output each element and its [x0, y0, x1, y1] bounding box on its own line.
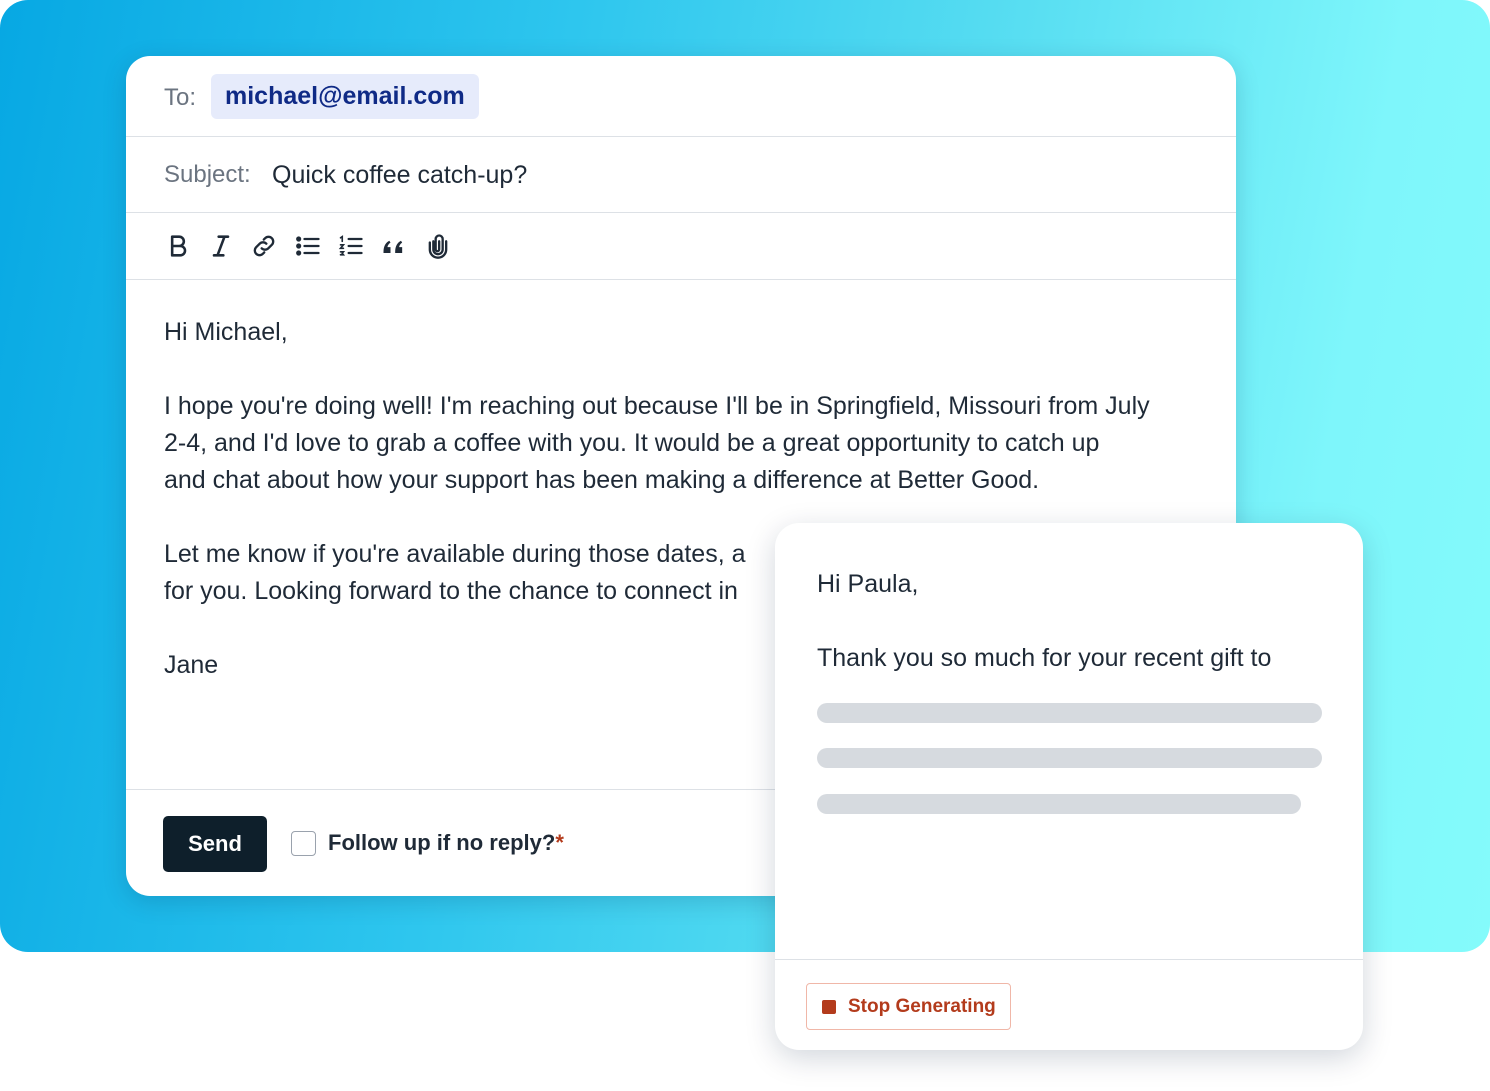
subject-input[interactable]: Quick coffee catch-up?	[272, 161, 527, 190]
stop-icon	[822, 999, 836, 1014]
required-mark: *	[555, 830, 564, 855]
bold-icon[interactable]	[162, 229, 194, 263]
ai-draft-card: Hi Paula, Thank you so much for your rec…	[775, 523, 1363, 1050]
body-line: I hope you're doing well! I'm reaching o…	[164, 392, 1150, 420]
body-greeting: Hi Michael,	[164, 318, 288, 346]
stop-generating-button[interactable]: Stop Generating	[806, 983, 1011, 1030]
body-line: and chat about how your support has been…	[164, 466, 1040, 494]
ai-greeting: Hi Paula,	[817, 570, 919, 598]
loading-skeleton-line	[817, 748, 1322, 768]
ai-draft-text: Hi Paula, Thank you so much for your rec…	[817, 566, 1317, 677]
attachment-icon[interactable]	[422, 229, 454, 263]
subject-label: Subject:	[164, 161, 251, 188]
to-label: To:	[164, 84, 197, 111]
quote-icon[interactable]	[378, 229, 410, 263]
follow-up-label: Follow up if no reply?*	[328, 830, 564, 856]
follow-up-text: Follow up if no reply?	[328, 830, 556, 855]
send-button[interactable]: Send	[163, 816, 267, 872]
link-icon[interactable]	[248, 229, 280, 263]
body-line: 2-4, and I'd love to grab a coffee with …	[164, 429, 1100, 457]
to-row: To: michael@email.com	[126, 56, 1236, 137]
follow-up-checkbox[interactable]	[291, 831, 316, 856]
formatting-toolbar	[126, 213, 1236, 280]
ai-card-footer: Stop Generating	[775, 959, 1363, 1050]
recipient-chip[interactable]: michael@email.com	[211, 74, 479, 119]
stop-generating-label: Stop Generating	[848, 995, 996, 1017]
italic-icon[interactable]	[205, 229, 237, 263]
bullet-list-icon[interactable]	[292, 229, 324, 263]
subject-row[interactable]: Subject: Quick coffee catch-up?	[126, 137, 1236, 213]
loading-skeleton-line	[817, 703, 1322, 723]
ai-line: Thank you so much for your recent gift t…	[817, 644, 1272, 672]
numbered-list-icon[interactable]	[335, 229, 367, 263]
loading-skeleton-line	[817, 794, 1301, 814]
